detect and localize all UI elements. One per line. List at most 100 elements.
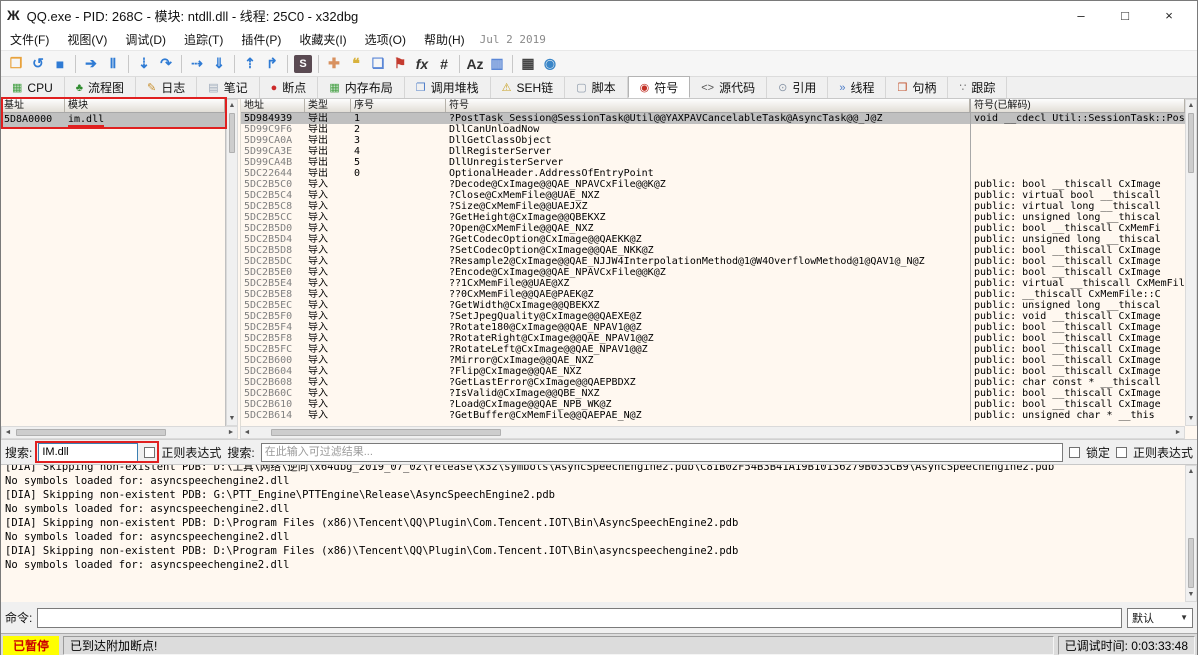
regex-checkbox-2[interactable] <box>1116 447 1127 458</box>
tab-log[interactable]: ✎日志 <box>136 77 197 98</box>
tab-threads[interactable]: »线程 <box>828 77 886 98</box>
table-row[interactable]: 5DC2B5C8导入?Size@CxMemFile@@UAEJXZpublic:… <box>241 201 1185 212</box>
run-to-user-code-icon[interactable]: ↱ <box>261 53 283 75</box>
open-file-icon[interactable]: ❒ <box>5 53 27 75</box>
modules-vertical-scrollbar[interactable]: ▲ ▼ <box>226 99 238 426</box>
trace-over-icon[interactable]: ⇓ <box>208 53 230 75</box>
title-bar[interactable]: Ж QQ.exe - PID: 268C - 模块: ntdll.dll - 线… <box>1 1 1197 29</box>
tab-breakpoints[interactable]: ●断点 <box>260 77 319 98</box>
table-row[interactable]: 5DC2B5F8导入?RotateRight@CxImage@@QAE_NPAV… <box>241 333 1185 344</box>
scroll-up-icon[interactable]: ▲ <box>1186 100 1196 112</box>
bookmarks-icon[interactable]: ⚑ <box>389 53 411 75</box>
symbol-filter-input[interactable] <box>261 443 1063 462</box>
seh-chain-icon[interactable]: S <box>294 55 312 73</box>
menu-item-7[interactable]: 帮助(H) <box>415 29 474 50</box>
scroll-up-icon[interactable]: ▲ <box>1186 466 1196 478</box>
tab-cpu[interactable]: ▦CPU <box>1 77 65 98</box>
table-row[interactable]: 5DC2B600导入?Mirror@CxImage@@QAE_NXZpublic… <box>241 355 1185 366</box>
modules-header-module[interactable]: 模块 <box>65 99 225 112</box>
modules-header-base[interactable]: 基址 <box>1 99 65 112</box>
website-globe-icon[interactable]: ◉ <box>539 53 561 75</box>
symbols-vertical-scrollbar[interactable]: ▲ ▼ <box>1185 99 1197 426</box>
table-row[interactable]: 5DC2B5CC导入?GetHeight@CxImage@@QBEKXZpubl… <box>241 212 1185 223</box>
table-row[interactable]: 5DC2B5FC导入?RotateLeft@CxImage@@QAE_NPAV1… <box>241 344 1185 355</box>
table-row[interactable]: 5DC22644导出0OptionalHeader.AddressOfEntry… <box>241 168 1185 179</box>
lock-checkbox[interactable] <box>1069 447 1080 458</box>
menu-item-3[interactable]: 追踪(T) <box>175 29 232 50</box>
module-search-input[interactable] <box>38 443 138 462</box>
module-row[interactable]: 5D8A0000im.dll <box>1 113 225 127</box>
symbols-header-decorated[interactable]: 符号(已解码) <box>970 99 1185 112</box>
comments-icon[interactable]: ❝ <box>345 53 367 75</box>
scroll-right-icon[interactable]: ► <box>225 427 237 438</box>
scrollbar-thumb[interactable] <box>229 113 235 153</box>
scrollbar-thumb[interactable] <box>16 429 166 436</box>
symbols-horizontal-scrollbar[interactable]: ◄ ► <box>240 426 1185 439</box>
table-row[interactable]: 5DC2B5DC导入?Resample2@CxImage@@QAE_NJJW4I… <box>241 256 1185 267</box>
device-sync-icon[interactable]: ▥ <box>486 53 508 75</box>
stop-icon[interactable]: ■ <box>49 53 71 75</box>
tab-graph[interactable]: ♣流程图 <box>65 77 136 98</box>
table-row[interactable]: 5DC2B5F4导入?Rotate180@CxImage@@QAE_NPAV1@… <box>241 322 1185 333</box>
tab-symbols[interactable]: ◉符号 <box>628 76 691 98</box>
symbols-header-ordinal[interactable]: 序号 <box>351 99 446 112</box>
scrollbar-thumb[interactable] <box>1188 113 1194 173</box>
table-row[interactable]: 5DC2B5D8导入?SetCodecOption@CxImage@@QAE_N… <box>241 245 1185 256</box>
tab-notes[interactable]: ▤笔记 <box>197 77 259 98</box>
execute-till-return-icon[interactable]: ⇡ <box>239 53 261 75</box>
regex-checkbox-1[interactable] <box>144 447 155 458</box>
trace-into-icon[interactable]: ⇢ <box>186 53 208 75</box>
scroll-down-icon[interactable]: ▼ <box>1186 413 1196 425</box>
menu-item-6[interactable]: 选项(O) <box>356 29 415 50</box>
close-button[interactable]: × <box>1147 2 1191 28</box>
patches-icon[interactable]: ✚ <box>323 53 345 75</box>
symbols-header-type[interactable]: 类型 <box>305 99 351 112</box>
menu-item-2[interactable]: 调试(D) <box>116 29 175 50</box>
tab-memory-map[interactable]: ▦内存布局 <box>318 77 404 98</box>
modules-horizontal-scrollbar[interactable]: ◄ ► <box>1 426 238 439</box>
tab-seh-chain[interactable]: ⚠SEH链 <box>491 77 566 98</box>
scroll-left-icon[interactable]: ◄ <box>2 427 14 438</box>
tab-handles[interactable]: ❒句柄 <box>886 77 948 98</box>
calculator-icon[interactable]: ▦ <box>517 53 539 75</box>
functions-icon[interactable]: fx <box>411 53 433 75</box>
table-row[interactable]: 5DC2B614导入?GetBuffer@CxMemFile@@QAEPAE_N… <box>241 410 1185 421</box>
string-references-icon[interactable]: # <box>433 53 455 75</box>
log-vertical-scrollbar[interactable]: ▲ ▼ <box>1185 465 1197 602</box>
scroll-left-icon[interactable]: ◄ <box>241 427 253 438</box>
table-row[interactable]: 5DC2B5E8导入??0CxMemFile@@QAE@PAEK@Zpublic… <box>241 289 1185 300</box>
text-encoding-icon[interactable]: Az <box>464 53 486 75</box>
step-over-icon[interactable]: ↷ <box>155 53 177 75</box>
menu-item-1[interactable]: 视图(V) <box>58 29 116 50</box>
table-row[interactable]: 5DC2B60C导入?IsValid@CxImage@@QBE_NXZpubli… <box>241 388 1185 399</box>
table-row[interactable]: 5D99C9F6导出2DllCanUnloadNow <box>241 124 1185 135</box>
table-row[interactable]: 5DC2B608导入?GetLastError@CxImage@@QAEPBDX… <box>241 377 1185 388</box>
table-row[interactable]: 5DC2B5EC导入?GetWidth@CxImage@@QBEKXZpubli… <box>241 300 1185 311</box>
tab-references[interactable]: ⊙引用 <box>767 77 828 98</box>
table-row[interactable]: 5DC2B5E4导入??1CxMemFile@@UAE@XZpublic: vi… <box>241 278 1185 289</box>
table-row[interactable]: 5D99CA4B导出5DllUnregisterServer <box>241 157 1185 168</box>
scrollbar-thumb[interactable] <box>1188 538 1194 588</box>
symbols-header-address[interactable]: 地址 <box>241 99 305 112</box>
command-input[interactable] <box>37 608 1122 628</box>
run-icon[interactable]: ➔ <box>80 53 102 75</box>
scroll-down-icon[interactable]: ▼ <box>1186 589 1196 601</box>
table-row[interactable]: 5DC2B5D4导入?GetCodecOption@CxImage@@QAEKK… <box>241 234 1185 245</box>
scrollbar-thumb[interactable] <box>271 429 501 436</box>
symbols-header-symbol[interactable]: 符号 <box>446 99 970 112</box>
minimize-button[interactable]: – <box>1059 2 1103 28</box>
menu-item-4[interactable]: 插件(P) <box>232 29 290 50</box>
menu-item-5[interactable]: 收藏夹(I) <box>290 29 355 50</box>
scroll-right-icon[interactable]: ► <box>1172 427 1184 438</box>
table-row[interactable]: 5DC2B610导入?Load@CxImage@@QAE_NPB_WK@Zpub… <box>241 399 1185 410</box>
command-profile-dropdown[interactable]: 默认 ▼ <box>1127 608 1193 628</box>
table-row[interactable]: 5DC2B5C0导入?Decode@CxImage@@QAE_NPAVCxFil… <box>241 179 1185 190</box>
tab-script[interactable]: ▢脚本 <box>565 77 627 98</box>
tab-call-stack[interactable]: ❐调用堆栈 <box>405 77 491 98</box>
pause-icon[interactable]: Ⅱ <box>102 53 124 75</box>
table-row[interactable]: 5DC2B5C4导入?Close@CxMemFile@@UAE_NXZpubli… <box>241 190 1185 201</box>
table-row[interactable]: 5DC2B5E0导入?Encode@CxImage@@QAE_NPAVCxFil… <box>241 267 1185 278</box>
table-row[interactable]: 5DC2B5D0导入?Open@CxMemFile@@QAE_NXZpublic… <box>241 223 1185 234</box>
table-row[interactable]: 5DC2B5F0导入?SetJpegQuality@CxImage@@QAEXE… <box>241 311 1185 322</box>
table-row[interactable]: 5DC2B604导入?Flip@CxImage@@QAE_NXZpublic: … <box>241 366 1185 377</box>
